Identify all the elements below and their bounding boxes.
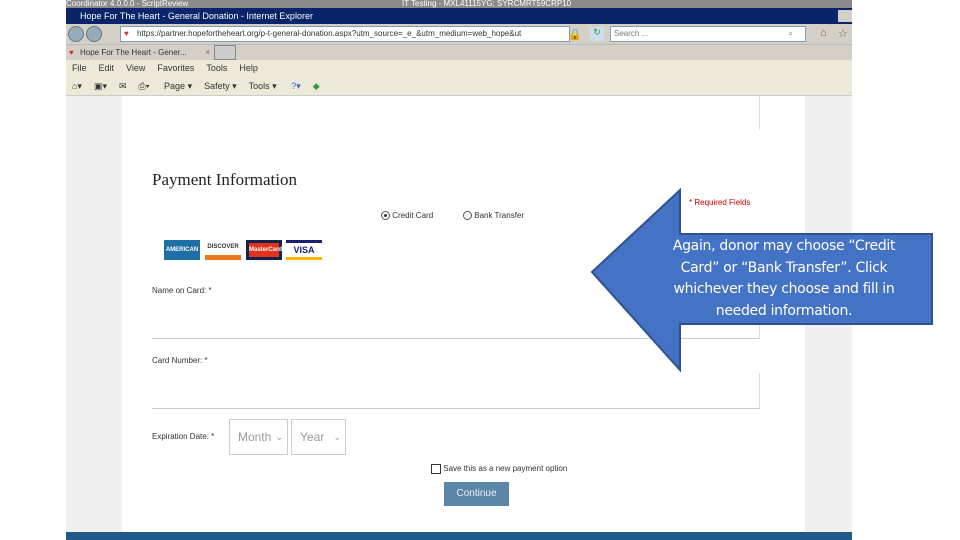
address-bar-row: ♥ https://partner.hopefortheheart.org/p-… <box>66 24 852 44</box>
menu-view[interactable]: View <box>126 63 145 73</box>
search-placeholder: Search ... <box>614 29 649 38</box>
os-title-bar: Coordinator 4.0.0.0 - ScriptReview IT Te… <box>66 0 852 8</box>
radio-unselected[interactable] <box>463 211 472 221</box>
save-option[interactable]: Save this as a new payment option <box>431 464 567 474</box>
menu-tools[interactable]: Tools <box>206 63 227 73</box>
month-value: Month <box>238 430 272 444</box>
search-input[interactable]: Search ... ⌕ <box>610 26 806 42</box>
tab-label: Hope For The Heart - Gener... <box>80 48 187 57</box>
command-bar: ⌂▾ ▣▾ ✉ ⎙▾ Page ▾ Safety ▾ Tools ▾ ?▾ ◆ <box>66 76 852 96</box>
os-title-center: IT Testing - MXL41115YG; SYRCMRT59CRP10 <box>402 0 572 8</box>
bank-transfer-label: Bank Transfer <box>474 211 525 220</box>
callout-text: Again, donor may choose “Credit Card” or… <box>672 238 896 319</box>
visa-logo: VISA <box>286 240 322 260</box>
back-icon[interactable] <box>68 26 84 42</box>
browser-title-bar: Hope For The Heart - General Donation - … <box>66 8 852 24</box>
window-title: Hope For The Heart - General Donation - … <box>80 11 313 21</box>
feeds-icon[interactable]: ▣▾ <box>94 81 107 91</box>
page-title: Payment Information <box>152 170 297 189</box>
url-input[interactable]: ♥ https://partner.hopefortheheart.org/p-… <box>120 26 570 42</box>
year-value: Year <box>300 430 325 444</box>
tab-hope-for-the-heart[interactable]: ♥ Hope For The Heart - Gener... × <box>68 45 212 60</box>
tools-menu[interactable]: Tools ▾ <box>249 81 277 91</box>
home-icon[interactable]: ⌂ <box>820 27 827 39</box>
new-tab-button[interactable] <box>214 45 236 60</box>
card-number-input[interactable] <box>152 373 760 409</box>
chevron-down-icon: ⌄ <box>275 432 283 442</box>
print-icon[interactable]: ⎙▾ <box>139 81 150 91</box>
forward-icon[interactable] <box>86 26 102 42</box>
os-title-left: Coordinator 4.0.0.0 - ScriptReview <box>66 0 189 8</box>
radio-selected[interactable] <box>381 211 390 221</box>
favorites-star-icon[interactable]: ☆ <box>838 27 848 40</box>
menu-file[interactable]: File <box>72 63 87 73</box>
minimize-button[interactable] <box>838 10 852 22</box>
previous-field-remnant <box>122 96 760 130</box>
menu-bar: File Edit View Favorites Tools Help <box>66 60 852 76</box>
tab-bar: ♥ Hope For The Heart - Gener... × <box>66 44 852 60</box>
lock-icon[interactable]: 🔒 <box>568 28 582 41</box>
close-tab-icon[interactable]: × <box>205 45 210 60</box>
heart-icon: ♥ <box>69 48 74 57</box>
refresh-icon[interactable]: ↻ <box>590 27 604 41</box>
save-label: Save this as a new payment option <box>443 464 568 474</box>
discover-logo: DISCOVER <box>205 240 241 260</box>
year-select[interactable]: Year ⌄ <box>291 419 346 455</box>
mastercard-logo: MasterCard <box>246 240 282 260</box>
research-icon[interactable]: ◆ <box>313 81 320 91</box>
radio-bank-transfer[interactable]: Bank Transfer <box>463 211 525 221</box>
menu-help[interactable]: Help <box>239 63 258 73</box>
card-number-label: Card Number: * <box>152 356 208 365</box>
continue-button[interactable]: Continue <box>444 482 509 506</box>
page-menu[interactable]: Page ▾ <box>164 81 192 91</box>
home-cmd-icon[interactable]: ⌂▾ <box>72 81 82 91</box>
credit-card-label: Credit Card <box>392 211 434 220</box>
menu-edit[interactable]: Edit <box>99 63 115 73</box>
help-icon[interactable]: ?▾ <box>291 81 301 91</box>
safety-menu[interactable]: Safety ▾ <box>204 81 237 91</box>
menu-favorites[interactable]: Favorites <box>157 63 194 73</box>
url-text: https://partner.hopefortheheart.org/p-t-… <box>137 29 522 38</box>
amex-logo: AMERICAN EXPRESS <box>164 240 200 273</box>
footer-bar <box>66 532 852 540</box>
month-select[interactable]: Month ⌄ <box>229 419 288 455</box>
expiration-label: Expiration Date: * <box>152 432 215 441</box>
radio-credit-card[interactable]: Credit Card <box>381 211 434 221</box>
search-icon[interactable]: ⌕ <box>789 27 793 41</box>
site-heart-icon: ♥ <box>124 29 129 38</box>
mail-icon[interactable]: ✉ <box>119 81 127 91</box>
save-checkbox[interactable] <box>431 464 441 474</box>
chevron-down-icon: ⌄ <box>333 432 341 442</box>
name-label: Name on Card: * <box>152 286 212 295</box>
